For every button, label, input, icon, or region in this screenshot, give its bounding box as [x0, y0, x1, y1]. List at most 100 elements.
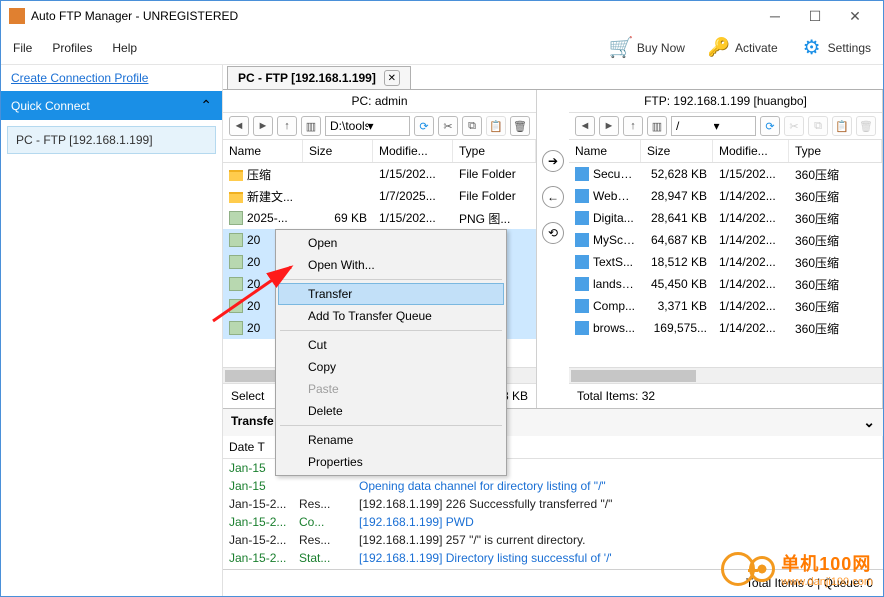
up-button[interactable]: ↑: [623, 116, 643, 136]
minimize-button[interactable]: ─: [755, 2, 795, 30]
image-icon: [575, 255, 589, 269]
activate-button[interactable]: 🔑Activate: [707, 36, 778, 60]
delete-button[interactable]: 🗑: [856, 116, 876, 136]
copy-button[interactable]: ⧉: [462, 116, 482, 136]
menu-profiles[interactable]: Profiles: [52, 41, 92, 55]
context-item-rename[interactable]: Rename: [278, 429, 504, 451]
buy-now-button[interactable]: 🛒Buy Now: [609, 36, 685, 60]
titlebar: Auto FTP Manager - UNREGISTERED ─ ☐ ✕: [1, 1, 883, 31]
col-type[interactable]: Type: [789, 140, 882, 162]
file-row[interactable]: landsf... 45,450 KB 1/14/202... 360压缩: [569, 273, 882, 295]
image-icon: [575, 189, 589, 203]
chevron-down-icon: ⌄: [863, 414, 875, 431]
cut-button[interactable]: ✂: [438, 116, 458, 136]
col-modified[interactable]: Modifie...: [373, 140, 453, 162]
refresh-button[interactable]: ⟳: [760, 116, 780, 136]
menu-help[interactable]: Help: [112, 41, 137, 55]
file-row[interactable]: brows... 169,575... 1/14/202... 360压缩: [569, 317, 882, 339]
key-icon: 🔑: [707, 36, 731, 60]
image-icon: [575, 233, 589, 247]
col-name[interactable]: Name: [569, 140, 641, 162]
sidebar-profile[interactable]: PC - FTP [192.168.1.199]: [7, 126, 216, 154]
forward-button[interactable]: ►: [253, 116, 273, 136]
pane-remote-toolbar: ◄ ► ↑ ▥ /▾ ⟳ ✂ ⧉ 📋 🗑: [569, 113, 882, 140]
back-button[interactable]: ◄: [575, 116, 595, 136]
transfer-left-button[interactable]: ←: [542, 186, 564, 208]
tab-close-icon[interactable]: ✕: [384, 70, 400, 86]
context-menu: OpenOpen With... TransferAdd To Transfer …: [275, 229, 507, 476]
app-icon: [9, 8, 25, 24]
back-button[interactable]: ◄: [229, 116, 249, 136]
context-item-transfer[interactable]: Transfer: [278, 283, 504, 305]
cart-icon: 🛒: [609, 36, 633, 60]
col-size[interactable]: Size: [641, 140, 713, 162]
log-row[interactable]: Jan-15-2...Res...[192.168.1.199] 226 Suc…: [223, 495, 883, 513]
context-item-open[interactable]: Open: [278, 232, 504, 254]
col-name[interactable]: Name: [223, 140, 303, 162]
sync-button[interactable]: ⟲: [542, 222, 564, 244]
maximize-button[interactable]: ☐: [795, 2, 835, 30]
create-profile-link[interactable]: Create Connection Profile: [1, 65, 222, 91]
path-input[interactable]: /▾: [671, 116, 756, 136]
context-separator: [280, 425, 502, 426]
col-size[interactable]: Size: [303, 140, 373, 162]
context-item-open-with-[interactable]: Open With...: [278, 254, 504, 276]
pane-local-toolbar: ◄ ► ↑ ▥ D:\tools\s ▾▾ ⟳ ✂ ⧉ 📋 🗑: [223, 113, 536, 140]
transfer-label: Transfe: [231, 414, 274, 431]
col-modified[interactable]: Modifie...: [713, 140, 789, 162]
view-button[interactable]: ▥: [647, 116, 667, 136]
file-row[interactable]: WebC... 28,947 KB 1/14/202... 360压缩: [569, 185, 882, 207]
up-button[interactable]: ↑: [277, 116, 297, 136]
cut-button[interactable]: ✂: [784, 116, 804, 136]
context-item-add-to-transfer-queue[interactable]: Add To Transfer Queue: [278, 305, 504, 327]
path-input[interactable]: D:\tools\s ▾▾: [325, 116, 410, 136]
file-row[interactable]: 压缩 1/15/202... File Folder: [223, 163, 536, 185]
footer: Total Items 0 | Queue: 0: [223, 569, 883, 596]
file-row[interactable]: 2025-... 69 KB 1/15/202... PNG 图...: [223, 207, 536, 229]
file-row[interactable]: Securi... 52,628 KB 1/15/202... 360压缩: [569, 163, 882, 185]
filelist-remote[interactable]: Securi... 52,628 KB 1/15/202... 360压缩 We…: [569, 163, 882, 367]
file-row[interactable]: Digita... 28,641 KB 1/14/202... 360压缩: [569, 207, 882, 229]
pane-remote-title: FTP: 192.168.1.199 [huangbo]: [569, 90, 882, 113]
menu-file[interactable]: File: [13, 41, 32, 55]
file-row[interactable]: MyScr... 64,687 KB 1/14/202... 360压缩: [569, 229, 882, 251]
folder-icon: [229, 170, 243, 181]
image-icon: [575, 167, 589, 181]
footer-text: Total Items 0 | Queue: 0: [746, 576, 873, 590]
transfer-right-button[interactable]: ➔: [542, 150, 564, 172]
context-item-properties[interactable]: Properties: [278, 451, 504, 473]
columns-local: Name Size Modifie... Type: [223, 140, 536, 163]
copy-button[interactable]: ⧉: [808, 116, 828, 136]
delete-button[interactable]: 🗑: [510, 116, 530, 136]
log-row[interactable]: Jan-15Opening data channel for directory…: [223, 477, 883, 495]
scrollbar-h-remote[interactable]: [569, 367, 882, 383]
view-button[interactable]: ▥: [301, 116, 321, 136]
context-item-delete[interactable]: Delete: [278, 400, 504, 422]
png-icon: [229, 211, 243, 225]
gear-icon: ⚙: [800, 36, 824, 60]
log-row[interactable]: Jan-15-2...Stat...[192.168.1.199] Direct…: [223, 549, 883, 567]
quick-connect-label: Quick Connect: [11, 99, 90, 113]
context-separator: [280, 330, 502, 331]
refresh-button[interactable]: ⟳: [414, 116, 434, 136]
context-item-cut[interactable]: Cut: [278, 334, 504, 356]
image-icon: [575, 299, 589, 313]
log-row[interactable]: Jan-15-2...Res...[192.168.1.199] 257 "/"…: [223, 531, 883, 549]
context-item-paste: Paste: [278, 378, 504, 400]
col-type[interactable]: Type: [453, 140, 536, 162]
log-row[interactable]: Jan-15-2...Co...[192.168.1.199] PWD: [223, 513, 883, 531]
png-icon: [229, 255, 243, 269]
tab-active[interactable]: PC - FTP [192.168.1.199] ✕: [227, 66, 411, 89]
file-row[interactable]: 新建文... 1/7/2025... File Folder: [223, 185, 536, 207]
chevron-down-icon: ▾: [368, 119, 406, 133]
quick-connect-header[interactable]: Quick Connect ⌃: [1, 91, 222, 120]
file-row[interactable]: TextS... 18,512 KB 1/14/202... 360压缩: [569, 251, 882, 273]
paste-button[interactable]: 📋: [486, 116, 506, 136]
forward-button[interactable]: ►: [599, 116, 619, 136]
close-button[interactable]: ✕: [835, 2, 875, 30]
file-row[interactable]: Comp... 3,371 KB 1/14/202... 360压缩: [569, 295, 882, 317]
context-item-copy[interactable]: Copy: [278, 356, 504, 378]
png-icon: [229, 299, 243, 313]
settings-button[interactable]: ⚙Settings: [800, 36, 871, 60]
paste-button[interactable]: 📋: [832, 116, 852, 136]
